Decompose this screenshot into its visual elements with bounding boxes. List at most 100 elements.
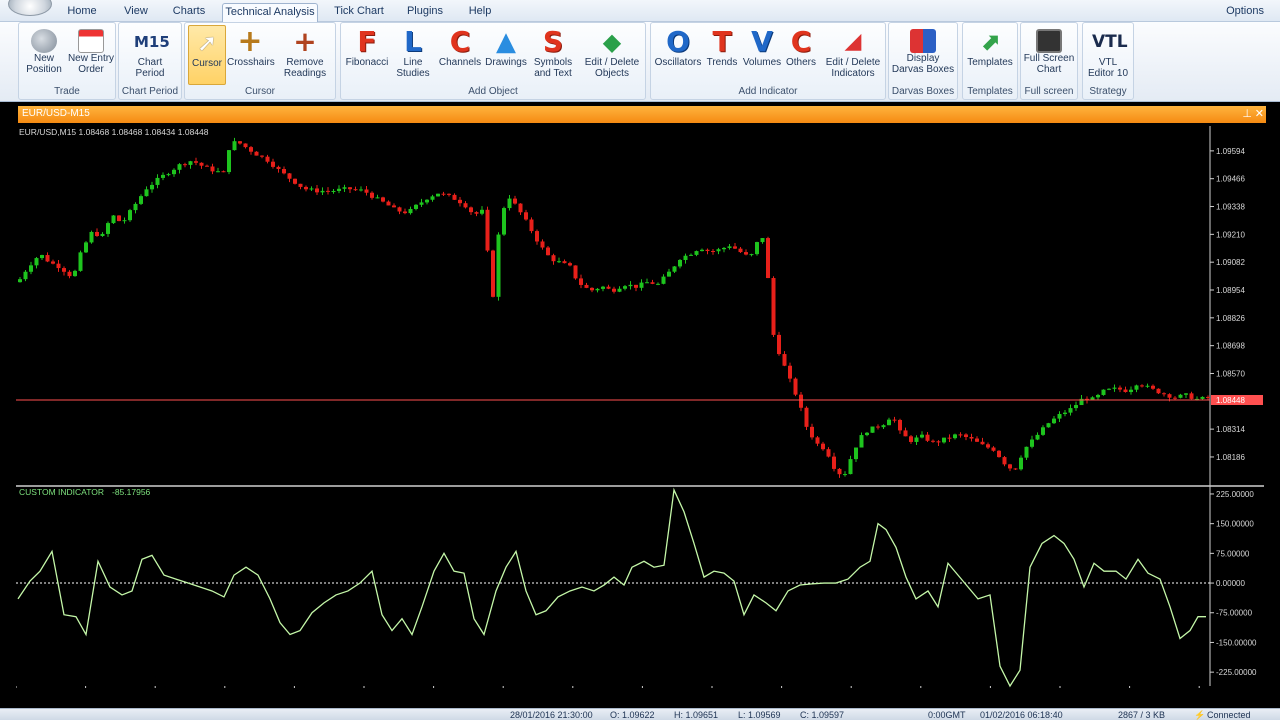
pin-icon[interactable]: ⊥ bbox=[1242, 107, 1252, 120]
candle-down bbox=[271, 161, 275, 167]
status-open: O: 1.09622 bbox=[610, 710, 655, 720]
remove-readings-icon: + bbox=[293, 25, 317, 58]
candle-down bbox=[991, 447, 996, 451]
candle-up bbox=[639, 282, 644, 288]
candle-down bbox=[1167, 394, 1172, 398]
volumes-button[interactable]: V Volumes bbox=[741, 25, 783, 85]
candle-down bbox=[381, 197, 385, 202]
group-cursor: ➚ Cursor + Crosshairs + Remove Readings … bbox=[184, 22, 336, 100]
tab-plugins[interactable]: Plugins bbox=[400, 3, 450, 22]
candle-up bbox=[722, 247, 726, 250]
trends-icon: T bbox=[712, 25, 732, 58]
candle-down bbox=[606, 286, 611, 289]
candle-up bbox=[122, 220, 127, 222]
chart-window-titlebar[interactable]: EUR/USD-M15 ⊥ ✕ bbox=[18, 106, 1266, 123]
candle-up bbox=[408, 208, 413, 214]
tab-view[interactable]: View bbox=[116, 3, 156, 22]
price-chart[interactable]: 1.09594 1.09466 1.09338 1.09210 1.09082 1.089… bbox=[16, 126, 1264, 688]
candle-up bbox=[1068, 408, 1073, 413]
channels-icon: C bbox=[449, 25, 471, 58]
new-position-button[interactable]: New Position bbox=[23, 25, 65, 85]
candle-down bbox=[903, 430, 908, 437]
group-add-indicator: O Oscillators T Trends V Volumes C Other… bbox=[650, 22, 886, 100]
trends-button[interactable]: T Trends bbox=[703, 25, 741, 85]
candle-down bbox=[485, 209, 490, 251]
candle-up bbox=[683, 255, 688, 260]
status-date: 28/01/2016 21:30:00 bbox=[510, 710, 593, 720]
candle-down bbox=[925, 434, 930, 441]
candle-up bbox=[1096, 394, 1100, 398]
chart-period-button[interactable]: M15 Chart Period bbox=[125, 25, 175, 85]
candle-down bbox=[766, 238, 770, 279]
candle-up bbox=[309, 188, 314, 190]
candle-down bbox=[997, 450, 1001, 458]
candle-down bbox=[832, 456, 836, 469]
app-logo-icon[interactable] bbox=[8, 0, 52, 16]
others-button[interactable]: C Others bbox=[783, 25, 819, 85]
line-studies-button[interactable]: L Line Studies bbox=[391, 25, 435, 85]
full-screen-icon bbox=[1036, 29, 1062, 53]
symbols-and-text-button[interactable]: S Symbols and Text bbox=[529, 25, 577, 85]
new-entry-order-button[interactable]: New Entry Order bbox=[67, 25, 115, 85]
templates-button[interactable]: ⬈ Templates bbox=[965, 25, 1015, 85]
group-label-add-object: Add Object bbox=[468, 86, 518, 97]
candle-down bbox=[441, 193, 446, 195]
tab-tick-chart[interactable]: Tick Chart bbox=[330, 3, 388, 22]
candle-down bbox=[969, 437, 974, 439]
edit-delete-indicators-button[interactable]: ◢ Edit / Delete Indicators bbox=[823, 25, 883, 85]
fibonacci-button[interactable]: F Fibonacci bbox=[343, 25, 391, 85]
candle-up bbox=[1101, 389, 1106, 395]
templates-icon: ⬈ bbox=[979, 28, 1001, 56]
candle-down bbox=[815, 437, 820, 444]
display-darvas-boxes-button[interactable]: Display Darvas Boxes bbox=[891, 25, 955, 85]
indicator-tick-label: 0.00000 bbox=[1216, 579, 1245, 588]
candle-down bbox=[650, 282, 655, 284]
full-screen-chart-button[interactable]: Full Screen Chart bbox=[1023, 25, 1075, 85]
candle-down bbox=[936, 441, 941, 443]
price-chart-header: EUR/USD,M15 1.08468 1.08468 1.08434 1.08… bbox=[19, 127, 209, 137]
candle-up bbox=[645, 282, 649, 284]
candle-up bbox=[755, 242, 759, 255]
candle-down bbox=[1151, 385, 1155, 389]
candle-down bbox=[254, 151, 259, 156]
oscillators-button[interactable]: O Oscillators bbox=[653, 25, 703, 85]
tab-technical-analysis[interactable]: Technical Analysis bbox=[222, 3, 318, 22]
indicator-tick-label: 75.00000 bbox=[1216, 549, 1250, 558]
cursor-button[interactable]: ➚ Cursor bbox=[188, 25, 226, 85]
group-label-darvas-boxes: Darvas Boxes bbox=[891, 86, 955, 97]
price-tick-label: 1.08826 bbox=[1216, 314, 1245, 323]
indicator-tick-label: -150.00000 bbox=[1216, 638, 1257, 647]
candle-down bbox=[56, 263, 61, 269]
candle-down bbox=[403, 211, 407, 214]
candle-up bbox=[1129, 389, 1133, 393]
candle-up bbox=[414, 204, 418, 209]
candle-up bbox=[166, 174, 171, 176]
candle-down bbox=[518, 203, 523, 213]
candle-up bbox=[887, 419, 891, 426]
candle-down bbox=[733, 246, 737, 249]
group-label-trade: Trade bbox=[54, 86, 80, 97]
crosshairs-button[interactable]: + Crosshairs bbox=[227, 25, 275, 85]
candle-up bbox=[507, 198, 512, 209]
edit-delete-objects-button[interactable]: ◆ Edit / Delete Objects bbox=[581, 25, 643, 85]
price-tick-label: 1.09466 bbox=[1216, 175, 1245, 184]
options-menu[interactable]: Options bbox=[1226, 3, 1264, 20]
tab-charts[interactable]: Charts bbox=[166, 3, 212, 22]
candle-down bbox=[1013, 468, 1018, 470]
candle-down bbox=[326, 190, 330, 192]
drawings-button[interactable]: ▲ Drawings bbox=[483, 25, 529, 85]
candle-down bbox=[771, 278, 776, 335]
candle-down bbox=[210, 166, 215, 172]
candle-down bbox=[260, 155, 264, 157]
indicator-current-value: -85.17956 bbox=[112, 487, 151, 497]
close-icon[interactable]: ✕ bbox=[1255, 107, 1264, 120]
channels-button[interactable]: C Channels bbox=[437, 25, 483, 85]
candle-up bbox=[672, 266, 677, 272]
tab-home[interactable]: Home bbox=[60, 3, 104, 22]
tab-help[interactable]: Help bbox=[462, 3, 498, 22]
candle-up bbox=[595, 288, 600, 291]
remove-readings-button[interactable]: + Remove Readings bbox=[279, 25, 331, 85]
vtl-editor-button[interactable]: VTL VTL Editor 10 bbox=[1085, 25, 1131, 85]
candle-up bbox=[1134, 385, 1139, 390]
candle-down bbox=[62, 268, 66, 272]
